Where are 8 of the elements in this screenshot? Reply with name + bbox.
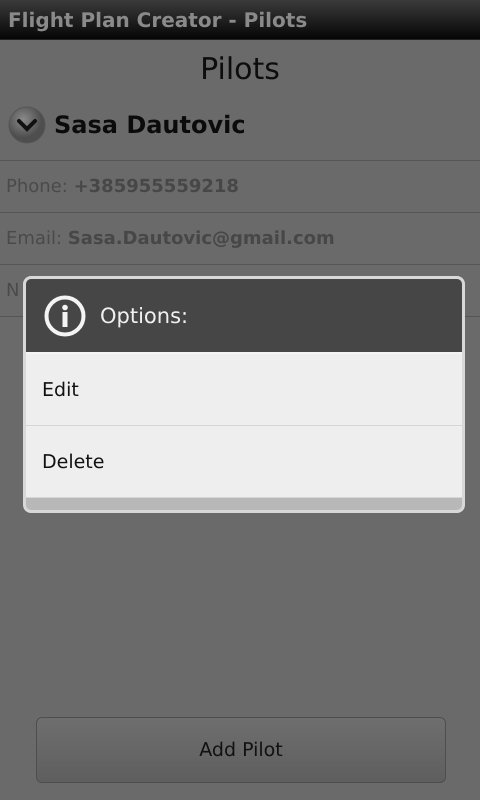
window-title: Flight Plan Creator - Pilots — [8, 8, 308, 32]
page-heading: Pilots — [199, 51, 281, 89]
menu-item[interactable]: Edit — [26, 354, 462, 426]
info-icon — [44, 294, 86, 336]
pilot-name[interactable]: Sasa Dautovic — [54, 111, 246, 139]
menu-item[interactable]: Delete — [26, 426, 462, 498]
collapse-icon[interactable] — [8, 106, 46, 144]
dialog-title: Options: — [100, 304, 188, 328]
